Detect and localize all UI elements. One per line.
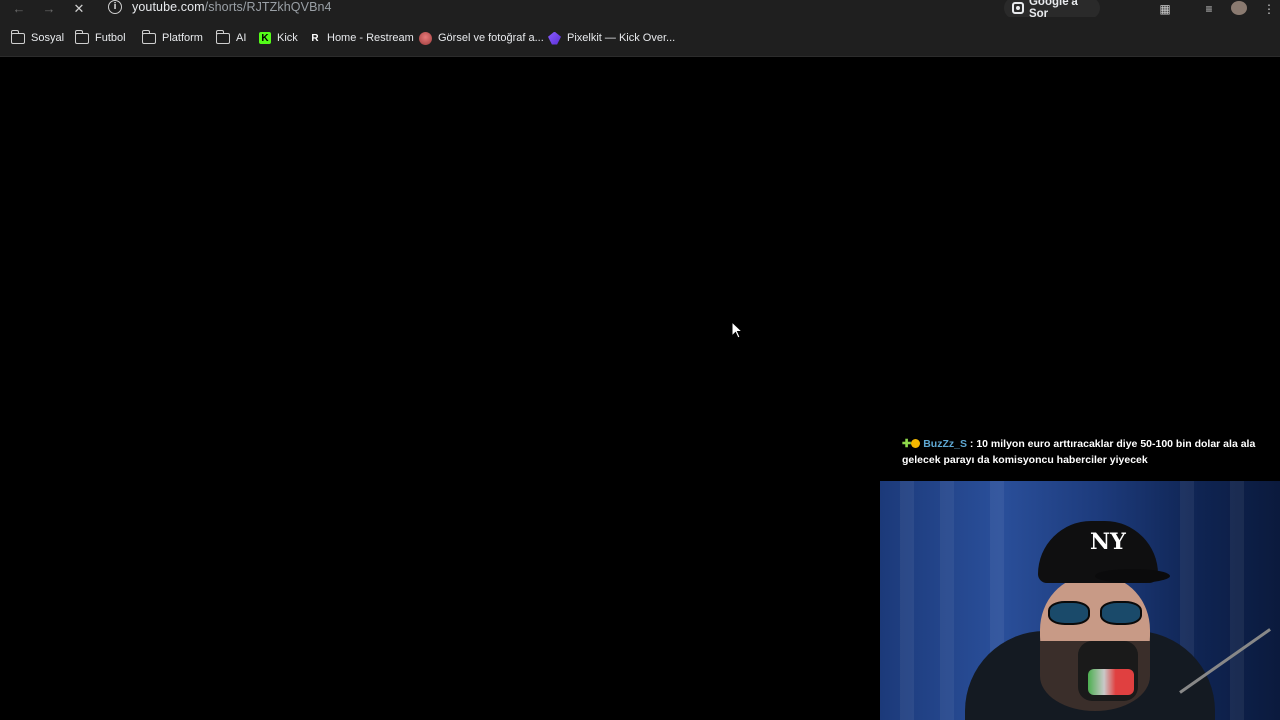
- menu-icon[interactable]: ⋮: [1262, 0, 1276, 17]
- mouse-cursor-icon: [731, 321, 743, 339]
- bookmark-label: AI: [236, 32, 247, 44]
- extensions-icon[interactable]: ▦: [1156, 0, 1174, 17]
- cap-brim: [1095, 569, 1170, 583]
- folder-icon: [141, 29, 156, 44]
- url-text[interactable]: youtube.com/shorts/RJTZkhQVBn4: [132, 0, 332, 14]
- bookmark-futbol[interactable]: Futbol: [74, 29, 126, 46]
- bookmark-sosyal[interactable]: Sosyal: [10, 29, 65, 46]
- chat-separator: :: [966, 438, 977, 450]
- bookmark-kick[interactable]: K Kick: [259, 30, 298, 46]
- pixelkit-icon: [548, 31, 561, 45]
- bookmark-pixelkit[interactable]: Pixelkit — Kick Over...: [548, 30, 675, 46]
- bookmark-label: Kick: [277, 32, 298, 44]
- url-path: /shorts/RJTZkhQVBn4: [204, 0, 332, 14]
- google-lens-icon: [1012, 2, 1024, 14]
- url-host: youtube.com: [132, 0, 205, 14]
- bookmark-label: Görsel ve fotoğraf a...: [438, 32, 544, 44]
- folder-icon: [215, 29, 230, 44]
- browser-toolbar: ← → ✕ i youtube.com/shorts/RJTZkhQVBn4 G…: [0, 0, 1280, 20]
- bookmark-ai[interactable]: AI: [215, 29, 247, 46]
- stop-loading-icon[interactable]: ✕: [64, 0, 94, 17]
- bookmark-label: Futbol: [95, 32, 126, 44]
- back-icon[interactable]: ←: [4, 0, 34, 17]
- kick-icon: K: [259, 32, 271, 44]
- microphone-light: [1088, 669, 1134, 695]
- bookmark-restream[interactable]: R Home - Restream: [309, 30, 414, 46]
- coin-badge-icon: [911, 439, 921, 448]
- bookmark-platform[interactable]: Platform: [141, 29, 203, 46]
- sunglasses: [1048, 601, 1144, 625]
- media-controls-icon[interactable]: ≡: [1200, 0, 1218, 17]
- profile-avatar[interactable]: [1231, 1, 1247, 15]
- chat-username: BuzZz_S: [923, 438, 967, 450]
- restream-icon: R: [311, 32, 319, 44]
- bookmark-label: Platform: [162, 32, 203, 44]
- folder-icon: [74, 29, 89, 44]
- ny-logo: NY: [1090, 529, 1126, 555]
- bookmark-label: Sosyal: [31, 32, 65, 44]
- curtain-stripe: [1230, 481, 1244, 720]
- site-info-icon[interactable]: i: [108, 0, 122, 14]
- plus-badge-icon: ✚: [902, 438, 912, 450]
- curtain-stripe: [940, 481, 954, 720]
- webcam-overlay: NY: [880, 481, 1280, 720]
- bookmarks-bar: Sosyal Futbol Platform AI K Kick R Home …: [0, 17, 1280, 57]
- forward-icon[interactable]: →: [34, 0, 64, 17]
- chat-message: ✚ BuzZz_S : 10 milyon euro arttıracaklar …: [902, 436, 1262, 468]
- bookmark-gorsel[interactable]: Görsel ve fotoğraf a...: [419, 30, 544, 46]
- curtain-stripe: [900, 481, 914, 720]
- gorsel-icon: [419, 31, 432, 45]
- bookmark-label: Pixelkit — Kick Over...: [567, 32, 676, 44]
- bookmark-label: Home - Restream: [327, 32, 414, 44]
- address-bar[interactable]: i youtube.com/shorts/RJTZkhQVBn4: [100, 0, 990, 18]
- folder-icon: [10, 29, 25, 44]
